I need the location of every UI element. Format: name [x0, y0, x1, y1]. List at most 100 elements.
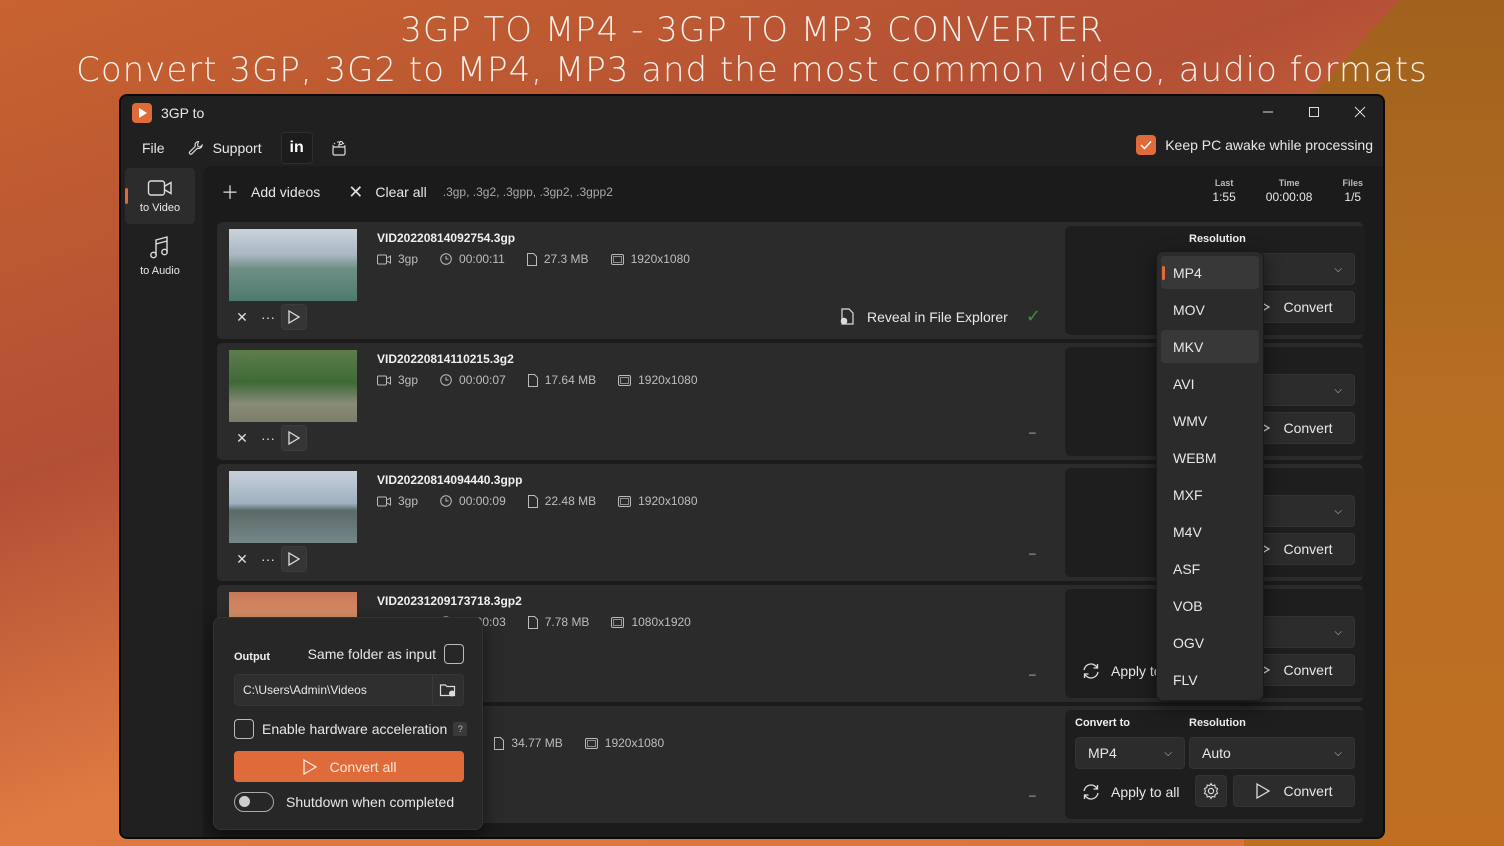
format-option-m4v[interactable]: M4V — [1161, 515, 1259, 548]
sparkle-box-icon — [331, 140, 346, 156]
same-folder-label: Same folder as input — [307, 646, 436, 662]
chevron-down-icon: ⌵ — [1164, 747, 1172, 759]
gear-icon — [1203, 782, 1219, 800]
convert-to-label: Convert to — [1075, 717, 1130, 729]
x-icon: ✕ — [348, 181, 364, 202]
play-icon — [288, 430, 301, 446]
reveal-file-icon — [840, 307, 854, 325]
resolution-icon — [618, 374, 632, 386]
play-icon — [1256, 782, 1271, 800]
video-thumbnail[interactable] — [229, 350, 357, 422]
nav-to-audio-label: to Audio — [140, 265, 180, 277]
convert-button[interactable]: Convert — [1233, 775, 1355, 807]
video-thumbnail[interactable] — [229, 471, 357, 543]
file-size-icon — [527, 373, 538, 387]
file-name: VID20220814110215.3g2 — [377, 352, 514, 366]
same-folder-checkbox[interactable]: Same folder as input — [308, 644, 464, 664]
checkmark-icon — [1140, 140, 1152, 150]
file-menu[interactable]: File — [131, 132, 176, 164]
keep-awake-checkbox[interactable]: Keep PC awake while processing — [1136, 135, 1373, 155]
status-indicator: – — [1029, 546, 1036, 560]
convert-label: Convert — [1283, 299, 1333, 315]
banner-subtitle: Convert 3GP, 3G2 to MP4, MP3 and the mos… — [76, 50, 1428, 90]
remove-file-button[interactable]: ✕ — [229, 546, 255, 572]
format-option-asf[interactable]: ASF — [1161, 552, 1259, 585]
apply-to-all-button[interactable]: Apply to all — [1081, 783, 1179, 801]
resolution-icon — [611, 616, 625, 628]
extensions-button[interactable] — [323, 132, 355, 164]
remove-file-button[interactable]: ✕ — [229, 425, 255, 451]
format-option-vob[interactable]: VOB — [1161, 589, 1259, 622]
more-options-button[interactable]: ··· — [255, 546, 281, 572]
x-icon: ✕ — [236, 429, 248, 446]
format-select-value: MP4 — [1088, 745, 1117, 761]
minimize-button[interactable] — [1245, 96, 1291, 128]
preview-play-button[interactable] — [281, 304, 307, 330]
meta-size: 7.78 MB — [527, 615, 589, 629]
format-option-wmv[interactable]: WMV — [1161, 404, 1259, 437]
format-option-flv[interactable]: FLV — [1161, 663, 1259, 696]
file-metadata: 3gp 00:00:09 22.48 MB 1920x1080 — [377, 494, 720, 508]
preview-play-button[interactable] — [281, 546, 307, 572]
output-settings-panel: Output Same folder as input Enable hardw… — [213, 617, 483, 830]
format-select[interactable]: MP4 ⌵ — [1075, 737, 1185, 769]
more-options-button[interactable]: ··· — [255, 304, 281, 330]
format-option-ogv[interactable]: OGV — [1161, 626, 1259, 659]
more-options-button[interactable]: ··· — [255, 425, 281, 451]
clock-icon — [440, 495, 452, 507]
format-option-webm[interactable]: WEBM — [1161, 441, 1259, 474]
convert-all-label: Convert all — [329, 758, 397, 775]
toolbar: ＋ Add videos ✕ Clear all .3gp, .3g2, .3g… — [203, 166, 1383, 218]
nav-to-audio[interactable]: to Audio — [125, 228, 195, 284]
hardware-acceleration-checkbox[interactable]: Enable hardware acceleration ? — [234, 719, 468, 739]
format-option-mp4[interactable]: MP4 — [1161, 256, 1259, 289]
checkbox-unchecked — [444, 644, 464, 664]
browse-folder-button[interactable] — [432, 675, 463, 705]
format-option-mkv[interactable]: MKV — [1161, 330, 1259, 363]
video-camera-icon — [147, 180, 172, 196]
app-window: 3GP to File Support in Keep PC awake whi… — [119, 94, 1385, 839]
output-path-input[interactable] — [235, 683, 432, 697]
video-thumbnail[interactable] — [229, 229, 357, 301]
play-icon — [288, 309, 301, 325]
chevron-down-icon: ⌵ — [1334, 747, 1342, 759]
status-indicator: – — [1029, 788, 1036, 802]
clock-icon — [440, 253, 452, 265]
meta-size: 34.77 MB — [494, 736, 563, 750]
chevron-down-icon: ⌵ — [1334, 384, 1342, 396]
resolution-label: Resolution — [1189, 717, 1246, 729]
remove-file-button[interactable]: ✕ — [229, 304, 255, 330]
settings-button[interactable] — [1195, 775, 1227, 807]
resolution-select[interactable]: Auto ⌵ — [1189, 737, 1355, 769]
maximize-button[interactable] — [1291, 96, 1337, 128]
supported-extensions: .3gp, .3g2, .3gpp, .3gp2, .3gpp2 — [442, 185, 613, 199]
format-option-avi[interactable]: AVI — [1161, 367, 1259, 400]
file-size-icon — [526, 252, 537, 266]
add-videos-button[interactable]: ＋ Add videos — [209, 176, 332, 208]
file-name: VID20231209173718.3gp2 — [377, 594, 522, 608]
nav-to-video[interactable]: to Video — [125, 168, 195, 224]
help-icon[interactable]: ? — [453, 722, 468, 736]
convert-all-button[interactable]: Convert all — [234, 751, 464, 782]
reveal-in-explorer-button[interactable]: Reveal in File Explorer ✓ — [839, 306, 1041, 327]
support-menu-label: Support — [212, 140, 262, 156]
support-menu[interactable]: Support — [176, 132, 273, 164]
meta-duration: 00:00:09 — [440, 494, 506, 508]
menu-bar: File Support in Keep PC awake while proc… — [121, 130, 1383, 166]
hw-accel-label: Enable hardware acceleration — [262, 721, 448, 737]
clear-all-button[interactable]: ✕ Clear all — [336, 176, 438, 208]
close-button[interactable] — [1337, 96, 1383, 128]
format-option-mxf[interactable]: MXF — [1161, 478, 1259, 511]
meta-size: 22.48 MB — [527, 494, 596, 508]
format-option-mov[interactable]: MOV — [1161, 293, 1259, 326]
row-actions: ✕ ··· — [229, 546, 307, 572]
format-dropdown-menu: MP4 MOV MKV AVI WMV WEBM MXF M4V ASF VOB OGV FLV — [1156, 251, 1264, 701]
convert-label: Convert — [1283, 662, 1333, 678]
convert-label: Convert — [1283, 420, 1333, 436]
side-navigation: to Video to Audio — [121, 168, 199, 288]
video-format-icon — [377, 496, 391, 506]
resolution-label: Resolution — [1189, 233, 1246, 245]
preview-play-button[interactable] — [281, 425, 307, 451]
linkedin-button[interactable]: in — [280, 132, 313, 164]
shutdown-toggle[interactable]: Shutdown when completed — [234, 792, 454, 812]
